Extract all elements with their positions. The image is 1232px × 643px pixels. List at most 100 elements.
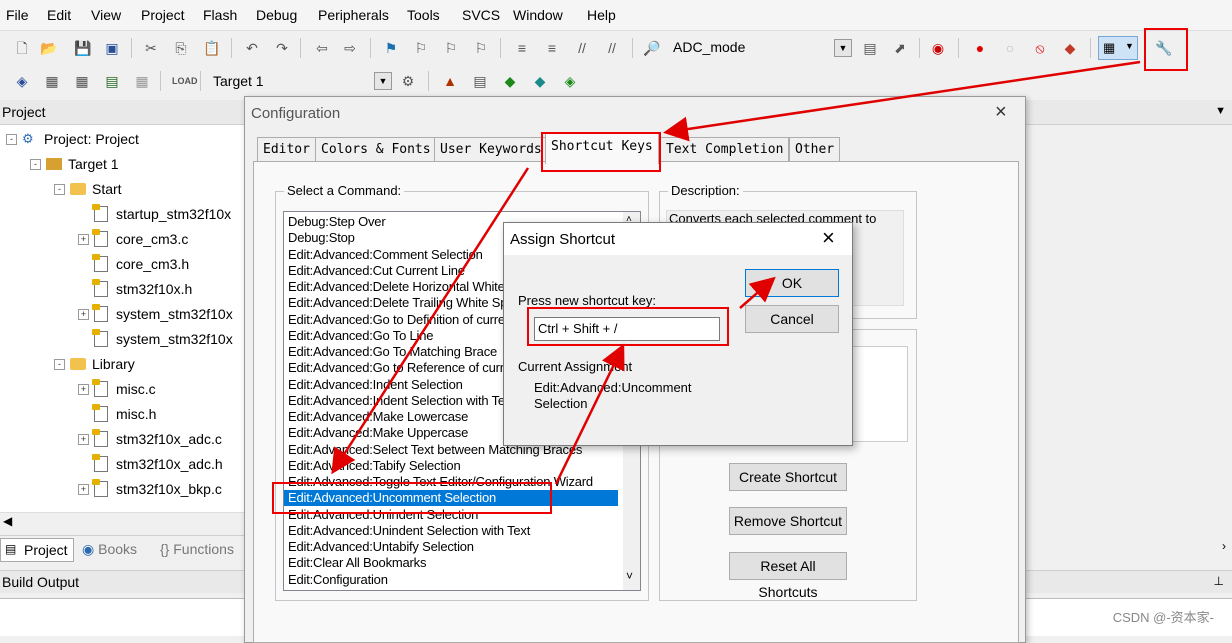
save-all-icon[interactable]: ▣ <box>104 40 120 56</box>
tree-item[interactable]: misc.h <box>116 403 156 425</box>
pack-installer-icon[interactable]: ◈ <box>562 73 578 89</box>
bookmark-next-icon[interactable]: ⚐ <box>443 40 459 56</box>
tree-item[interactable]: stm32f10x_adc.h <box>116 453 223 475</box>
bookmark-icon[interactable]: ⚑ <box>383 40 399 56</box>
menu-project[interactable]: Project <box>141 7 185 23</box>
nav-back-icon[interactable]: ⇦ <box>314 40 330 56</box>
command-list-item[interactable]: Edit:Advanced:Untabify Selection <box>284 539 618 555</box>
tree-item[interactable]: stm32f10x.h <box>116 278 192 300</box>
tree-expander[interactable]: + <box>78 434 89 445</box>
command-list-item[interactable]: Edit:Advanced:Unindent Selection with Te… <box>284 523 618 539</box>
file-extensions-icon[interactable]: ▲ <box>442 73 458 89</box>
save-icon[interactable]: 💾 <box>74 40 91 56</box>
tree-expander[interactable]: - <box>54 359 65 370</box>
tab-editor[interactable]: Editor <box>257 137 316 162</box>
new-file-icon[interactable]: 🗋 <box>14 40 30 56</box>
tree-item[interactable]: core_cm3.c <box>116 228 188 250</box>
debug-session-icon[interactable]: ◉ <box>930 40 946 56</box>
redo-icon[interactable]: ↷ <box>274 40 290 56</box>
menu-debug[interactable]: Debug <box>256 7 297 23</box>
tab-text-completion[interactable]: Text Completion <box>660 137 790 162</box>
menu-peripherals[interactable]: Peripherals <box>318 7 389 23</box>
build-target-value[interactable]: Target 1 <box>213 73 264 89</box>
target-options-icon[interactable]: ⚙ <box>400 73 416 89</box>
unindent-icon[interactable]: ≡ <box>544 40 560 56</box>
tab-user-keywords[interactable]: User Keywords <box>434 137 548 162</box>
run-time-environment-icon[interactable]: ◆ <box>502 73 518 89</box>
tree-expander[interactable]: - <box>30 159 41 170</box>
build-icon[interactable]: ▦ <box>44 73 60 89</box>
tree-item[interactable]: startup_stm32f10x <box>116 203 231 225</box>
scroll-left-icon[interactable]: ◀ <box>3 514 12 528</box>
cancel-button[interactable]: Cancel <box>745 305 839 333</box>
target-combo-value[interactable]: ADC_mode <box>673 39 745 55</box>
target-combo-dropdown[interactable]: ▼ <box>834 39 852 57</box>
command-list-item[interactable]: Edit:Advanced:Tabify Selection <box>284 458 618 474</box>
window-layout-button[interactable]: ▦ ▼ <box>1098 36 1138 60</box>
nav-forward-icon[interactable]: ⇨ <box>342 40 358 56</box>
download-load-icon[interactable]: LOAD <box>172 73 198 89</box>
command-list-item[interactable]: Edit:Clear All Bookmarks <box>284 555 618 571</box>
close-icon[interactable]: × <box>995 101 1007 124</box>
tab-books[interactable]: ◉ Books <box>82 541 137 558</box>
tab-functions[interactable]: {} Functions <box>160 541 234 557</box>
tree-item[interactable]: Target 1 <box>68 153 119 175</box>
breakpoint-icon[interactable]: ● <box>972 40 988 56</box>
find-in-files-icon[interactable]: 🔎 <box>643 40 660 56</box>
chevron-right-icon[interactable]: › <box>1222 539 1226 553</box>
tree-item[interactable]: Library <box>92 353 135 375</box>
tab-colors-fonts[interactable]: Colors & Fonts <box>315 137 437 162</box>
tree-expander[interactable]: + <box>78 484 89 495</box>
translate-icon[interactable]: ◈ <box>14 73 30 89</box>
menu-file[interactable]: File <box>6 7 29 23</box>
cut-icon[interactable]: ✂ <box>143 40 159 56</box>
manage-components-icon[interactable]: ▤ <box>472 73 488 89</box>
menu-help[interactable]: Help <box>587 7 616 23</box>
select-packs-icon[interactable]: ◆ <box>532 73 548 89</box>
menu-tools[interactable]: Tools <box>407 7 440 23</box>
open-file-icon[interactable]: 📂 <box>40 40 57 56</box>
tree-expander[interactable]: + <box>78 234 89 245</box>
tree-expander[interactable]: - <box>6 134 17 145</box>
tree-expander[interactable]: + <box>78 384 89 395</box>
tab-other[interactable]: Other <box>789 137 841 162</box>
stop-build-icon[interactable]: ▦ <box>134 73 150 89</box>
ok-button[interactable]: OK <box>745 269 839 297</box>
tree-item[interactable]: misc.c <box>116 378 156 400</box>
bookmark-clear-icon[interactable]: ⚐ <box>473 40 489 56</box>
pin-icon[interactable]: ⊥ <box>1214 574 1224 588</box>
incremental-find-icon[interactable]: ⬈ <box>892 40 908 56</box>
chevron-down-icon[interactable]: ▼ <box>1215 105 1226 117</box>
tree-item[interactable]: Start <box>92 178 122 200</box>
tree-item[interactable]: stm32f10x_bkp.c <box>116 478 222 500</box>
indent-icon[interactable]: ≡ <box>514 40 530 56</box>
menu-edit[interactable]: Edit <box>47 7 71 23</box>
tree-item[interactable]: system_stm32f10x <box>116 328 233 350</box>
menu-window[interactable]: Window <box>513 7 563 23</box>
rebuild-icon[interactable]: ▦ <box>74 73 90 89</box>
menu-svcs[interactable]: SVCS <box>462 7 500 23</box>
remove-shortcut-button[interactable]: Remove Shortcut <box>729 507 847 535</box>
menu-flash[interactable]: Flash <box>203 7 237 23</box>
command-list-item[interactable]: Edit:Configuration <box>284 572 618 588</box>
batch-build-icon[interactable]: ▤ <box>104 73 120 89</box>
comment-icon[interactable]: // <box>574 40 590 56</box>
scroll-down-icon[interactable]: ˅ <box>626 569 633 583</box>
project-tree-hscrollbar[interactable]: ◀ <box>0 512 244 531</box>
breakpoint-enable-all-icon[interactable]: ◆ <box>1062 40 1078 56</box>
tab-project[interactable]: ▤ Project <box>0 538 74 562</box>
create-shortcut-button[interactable]: Create Shortcut <box>729 463 847 491</box>
tree-expander[interactable]: - <box>54 184 65 195</box>
copy-icon[interactable]: ⎘ <box>173 40 189 56</box>
undo-icon[interactable]: ↶ <box>244 40 260 56</box>
uncomment-icon[interactable]: // <box>604 40 620 56</box>
close-icon[interactable]: × <box>822 225 835 251</box>
menu-view[interactable]: View <box>91 7 121 23</box>
tree-item[interactable]: system_stm32f10x <box>116 303 233 325</box>
tree-item[interactable]: core_cm3.h <box>116 253 189 275</box>
find-icon[interactable]: ▤ <box>862 40 878 56</box>
tree-item[interactable]: stm32f10x_adc.c <box>116 428 222 450</box>
reset-all-shortcuts-button[interactable]: Reset All Shortcuts <box>729 552 847 600</box>
paste-icon[interactable]: 📋 <box>203 40 220 56</box>
breakpoint-disable-icon[interactable]: ○ <box>1002 40 1018 56</box>
